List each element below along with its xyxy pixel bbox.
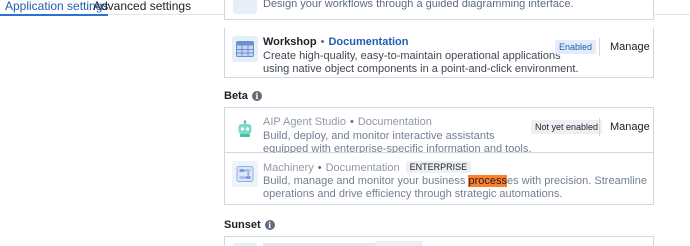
app-row-partial: Design your workflows through a guided d… — [224, 0, 654, 20]
app-title: Machinery • Documentation ENTERPRISE — [263, 161, 472, 174]
tab-label: Advanced settings — [93, 0, 192, 13]
divider — [599, 38, 600, 56]
info-icon[interactable]: i — [264, 220, 275, 230]
app-description: Design your workflows through a guided d… — [263, 0, 574, 10]
app-icon — [233, 0, 257, 14]
workshop-grid-icon — [232, 36, 258, 62]
app-name: AIP Agent Studio — [263, 116, 346, 128]
active-tab-indicator — [0, 14, 109, 16]
documentation-link[interactable]: Documentation — [328, 36, 408, 48]
title-separator: • — [320, 36, 325, 48]
app-name: Workshop — [263, 36, 317, 48]
robot-icon — [232, 116, 258, 142]
app-row-workshop: Workshop • Documentation Create high-quali… — [224, 28, 654, 78]
app-row-partial-bottom — [224, 236, 654, 246]
manage-button[interactable]: Manage — [610, 41, 650, 53]
app-name: Machinery — [263, 162, 314, 174]
section-title: Beta — [224, 90, 248, 102]
section-sunset-header: Sunset i — [224, 219, 275, 231]
app-row-aip-agent-studio: AIP Agent Studio • Documentation Build, de… — [224, 107, 654, 155]
app-title: Workshop • Documentation — [263, 36, 409, 48]
title-separator: • — [317, 162, 322, 174]
tab-advanced-settings[interactable]: Advanced settings — [93, 0, 191, 13]
divider — [599, 118, 600, 136]
app-row-machinery: Machinery • Documentation ENTERPRISE Build,… — [224, 153, 654, 205]
machinery-flow-icon — [232, 161, 258, 187]
app-title: AIP Agent Studio • Documentation — [263, 116, 432, 128]
enterprise-tag: ENTERPRISE — [405, 161, 472, 173]
search-highlight: process — [468, 175, 507, 187]
description-text: Build, manage and monitor your business — [263, 175, 469, 187]
documentation-link[interactable]: Documentation — [326, 162, 400, 174]
app-description: Build, manage and monitor your business … — [263, 175, 658, 201]
title-separator: • — [349, 116, 354, 128]
section-title: Sunset — [224, 219, 261, 231]
section-beta-header: Beta i — [224, 90, 262, 102]
manage-button[interactable]: Manage — [610, 121, 650, 133]
status-badge: Enabled — [555, 40, 597, 54]
app-description: Create high-quality, easy-to-maintain op… — [263, 50, 579, 75]
info-icon[interactable]: i — [251, 91, 262, 101]
tag-placeholder — [375, 241, 423, 246]
documentation-link[interactable]: Documentation — [358, 116, 432, 128]
status-badge: Not yet enabled — [531, 120, 603, 134]
